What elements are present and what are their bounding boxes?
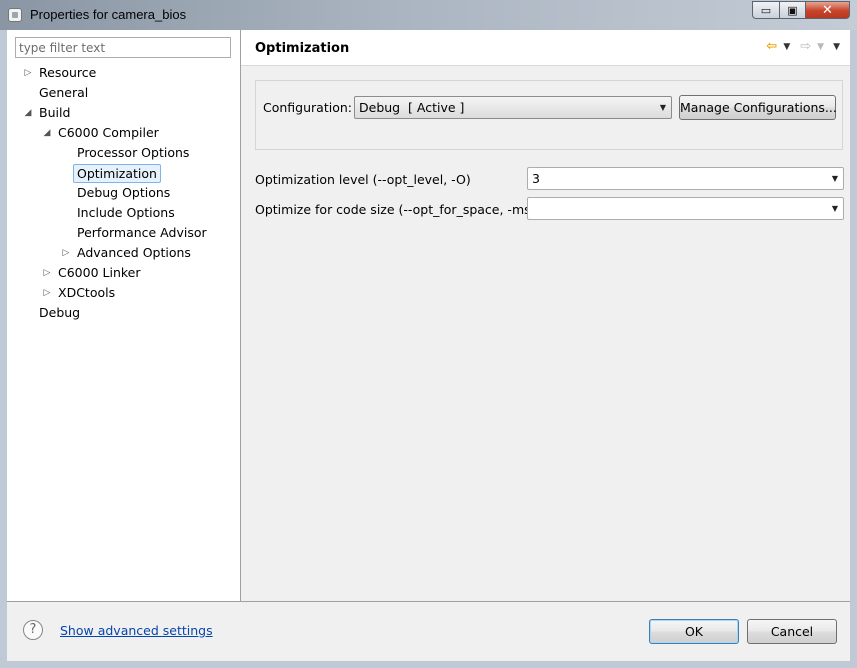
chevron-down-icon: ▼ [831,174,838,183]
forward-dropdown-icon[interactable]: ▼ [817,40,824,54]
footer-divider [7,601,850,602]
app-icon [8,8,22,22]
cancel-button[interactable]: Cancel [747,619,837,644]
configuration-select[interactable]: Debug [ Active ] ▼ [354,96,672,119]
expand-icon[interactable]: ▷ [23,63,33,83]
history-nav: ⇦ ▼ ⇨ ▼ ▼ [760,40,840,54]
tree-label: XDCtools [58,285,116,300]
close-icon: ✕ [822,2,833,18]
opt-level-label: Optimization level (--opt_level, -O) [255,172,471,187]
chevron-down-icon: ▼ [831,204,838,213]
collapse-icon[interactable]: ◢ [42,123,52,143]
opt-space-select[interactable]: ▼ [527,197,844,220]
close-button[interactable]: ✕ [805,1,850,19]
ok-button[interactable]: OK [649,619,739,644]
tree-label: Debug [39,305,81,320]
show-advanced-settings-link[interactable]: Show advanced settings [60,623,213,638]
tree-label: C6000 Linker [58,265,141,280]
tree-label: Include Options [77,205,175,220]
opt-level-value: 3 [532,171,540,186]
window-title: Properties for camera_bios [30,7,187,22]
minimize-icon: ▭ [760,3,772,17]
opt-space-label: Optimize for code size (--opt_for_space,… [255,202,536,217]
tree-label: Build [39,105,71,120]
filter-input[interactable] [15,37,231,58]
opt-level-select[interactable]: 3 ▼ [527,167,844,190]
tree-label: C6000 Compiler [58,125,159,140]
chevron-down-icon: ▼ [659,103,666,112]
tree-label: Advanced Options [77,245,191,260]
tree-label: Processor Options [77,145,190,160]
maximize-button[interactable]: ▣ [779,1,806,19]
dialog-client: ▷ Resource General ◢ Build ◢ C6000 Compi… [7,30,850,661]
manage-configurations-button[interactable]: Manage Configurations... [679,95,837,120]
content-pane: Optimization ⇦ ▼ ⇨ ▼ ▼ Configuration: De… [241,30,850,601]
configuration-label: Configuration: [263,100,352,115]
page-title: Optimization [255,41,350,56]
view-menu-icon[interactable]: ▼ [833,40,840,54]
configuration-group: Configuration: Debug [ Active ] ▼ Manage… [255,80,843,150]
tree-label: Debug Options [77,185,171,200]
help-icon[interactable]: ? [23,620,43,640]
collapse-icon[interactable]: ◢ [23,103,33,123]
configuration-value: Debug [ Active ] [359,100,465,115]
title-bar: Properties for camera_bios ▭ ▣ ✕ [0,0,857,30]
expand-icon[interactable]: ▷ [42,263,52,283]
expand-icon[interactable]: ▷ [42,283,52,303]
tree-label: Resource [39,65,97,80]
tree-label: Optimization [73,164,161,183]
navigation-pane: ▷ Resource General ◢ Build ◢ C6000 Compi… [7,30,241,601]
maximize-icon: ▣ [787,3,798,17]
tree-label: General [39,85,89,100]
expand-icon[interactable]: ▷ [61,243,71,263]
tree-label: Performance Advisor [77,225,207,240]
forward-arrow-icon[interactable]: ⇨ [800,40,811,54]
minimize-button[interactable]: ▭ [752,1,780,19]
back-arrow-icon[interactable]: ⇦ [766,40,777,54]
window-controls: ▭ ▣ ✕ [752,1,850,19]
back-dropdown-icon[interactable]: ▼ [783,40,790,54]
page-header: Optimization ⇦ ▼ ⇨ ▼ ▼ [241,30,850,66]
